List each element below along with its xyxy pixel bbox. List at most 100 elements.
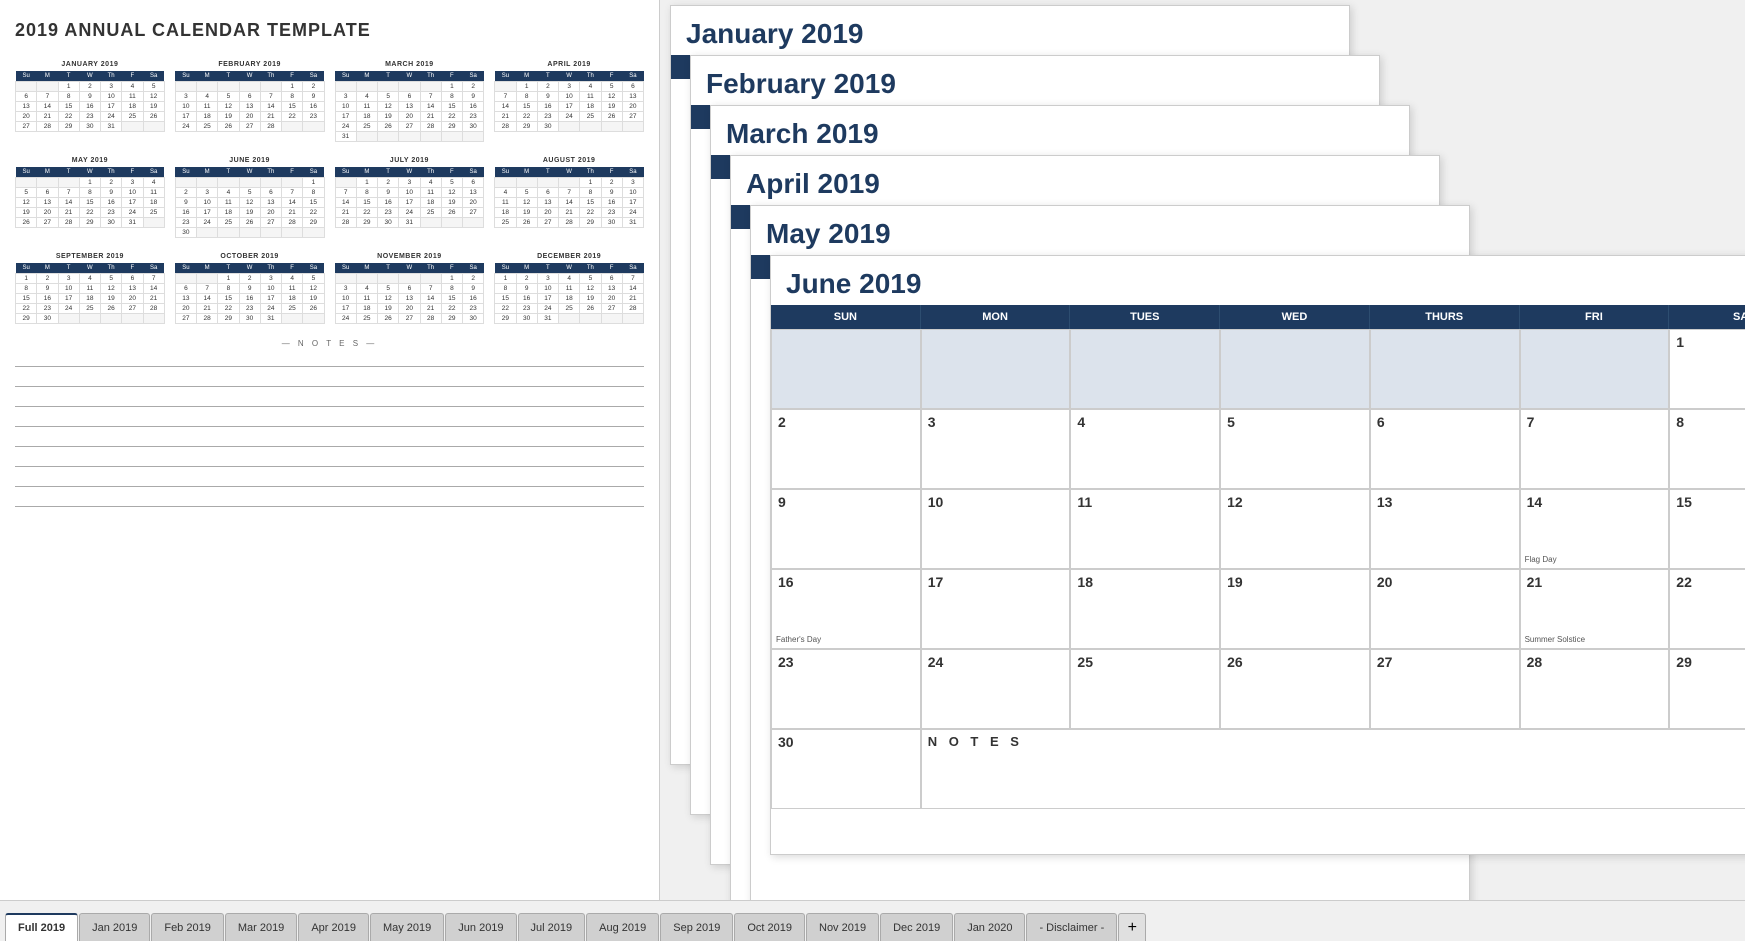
cal-day: 13 xyxy=(37,198,58,208)
cal-day: 19 xyxy=(378,304,399,314)
cal-day: 24 xyxy=(335,122,356,132)
cal-day: 1 xyxy=(79,178,100,188)
tab-jul-2019[interactable]: Jul 2019 xyxy=(518,913,586,941)
tab---disclaimer--[interactable]: - Disclaimer - xyxy=(1026,913,1117,941)
tab-nov-2019[interactable]: Nov 2019 xyxy=(806,913,879,941)
cal-day xyxy=(495,178,516,188)
mini-cal-3: APRIL 2019SuMTWThFSa12345678910111213141… xyxy=(494,61,644,142)
cal-day xyxy=(197,178,218,188)
cal-day xyxy=(175,178,196,188)
jun-body: 1 2 3 4 5 6 7 8 9 10 11 12 13 14Flag Day… xyxy=(771,329,1745,809)
mini-cal-0: JANUARY 2019SuMTWThFSa123456789101112131… xyxy=(15,61,165,142)
cal-day: 25 xyxy=(122,112,143,122)
cal-day: 6 xyxy=(399,284,420,294)
tab-oct-2019[interactable]: Oct 2019 xyxy=(734,913,805,941)
cal-day: 20 xyxy=(122,294,143,304)
cal-day xyxy=(58,314,79,324)
cal-day: 23 xyxy=(101,208,122,218)
cal-day: 14 xyxy=(260,102,281,112)
cal-day: 6 xyxy=(16,92,37,102)
cal-cell-29: 29 xyxy=(1669,649,1745,729)
tab-dec-2019[interactable]: Dec 2019 xyxy=(880,913,953,941)
cal-day: 21 xyxy=(37,112,58,122)
cal-day: 30 xyxy=(463,314,484,324)
cal-day: 7 xyxy=(559,188,580,198)
cal-day: 23 xyxy=(537,112,558,122)
add-tab-button[interactable]: + xyxy=(1118,913,1146,941)
cal-day: 3 xyxy=(399,178,420,188)
cal-day xyxy=(197,82,218,92)
tab-apr-2019[interactable]: Apr 2019 xyxy=(298,913,369,941)
cal-cell-10: 10 xyxy=(921,489,1071,569)
tab-feb-2019[interactable]: Feb 2019 xyxy=(151,913,223,941)
cal-day xyxy=(197,228,218,238)
cal-day: 24 xyxy=(399,208,420,218)
cal-day xyxy=(79,314,100,324)
cal-day: 6 xyxy=(463,178,484,188)
cal-day: 2 xyxy=(463,274,484,284)
cal-day xyxy=(282,314,303,324)
cal-day: 9 xyxy=(101,188,122,198)
cal-day: 19 xyxy=(16,208,37,218)
tab-aug-2019[interactable]: Aug 2019 xyxy=(586,913,659,941)
mini-cal-8: SEPTEMBER 2019SuMTWThFSa1234567891011121… xyxy=(15,253,165,324)
cal-day: 31 xyxy=(122,218,143,228)
notes-line-2 xyxy=(15,373,644,387)
cal-day: 13 xyxy=(463,188,484,198)
cal-day: 30 xyxy=(239,314,260,324)
cal-day xyxy=(197,274,218,284)
cal-day xyxy=(378,274,399,284)
cal-day: 29 xyxy=(79,218,100,228)
cal-day: 24 xyxy=(537,304,558,314)
cal-day: 2 xyxy=(101,178,122,188)
tab-jun-2019[interactable]: Jun 2019 xyxy=(445,913,516,941)
cal-day: 27 xyxy=(399,122,420,132)
cal-day: 19 xyxy=(239,208,260,218)
tab-sep-2019[interactable]: Sep 2019 xyxy=(660,913,733,941)
cal-day: 1 xyxy=(441,274,462,284)
cal-day: 15 xyxy=(79,198,100,208)
mini-cal-title-2: MARCH 2019 xyxy=(335,61,485,68)
mini-cal-title-7: AUGUST 2019 xyxy=(494,157,644,164)
cal-day: 14 xyxy=(143,284,164,294)
cal-day: 10 xyxy=(58,284,79,294)
cal-day: 29 xyxy=(441,122,462,132)
cal-day: 7 xyxy=(495,92,516,102)
cal-day xyxy=(175,274,196,284)
cal-day: 15 xyxy=(303,198,324,208)
cal-day: 30 xyxy=(79,122,100,132)
cal-day: 20 xyxy=(622,102,643,112)
tab-full-2019[interactable]: Full 2019 xyxy=(5,913,78,941)
mini-cal-title-8: SEPTEMBER 2019 xyxy=(15,253,165,260)
tab-mar-2019[interactable]: Mar 2019 xyxy=(225,913,297,941)
cal-day: 7 xyxy=(143,274,164,284)
cal-day xyxy=(463,218,484,228)
cal-day: 1 xyxy=(516,82,537,92)
cal-day: 29 xyxy=(580,218,601,228)
cal-day: 26 xyxy=(16,218,37,228)
tab-jan-2020[interactable]: Jan 2020 xyxy=(954,913,1025,941)
cal-day: 23 xyxy=(239,304,260,314)
cal-day: 14 xyxy=(420,102,441,112)
cal-day: 12 xyxy=(101,284,122,294)
cal-day: 16 xyxy=(303,102,324,112)
cal-day: 12 xyxy=(239,198,260,208)
tab-jan-2019[interactable]: Jan 2019 xyxy=(79,913,150,941)
cal-day: 19 xyxy=(601,102,622,112)
cal-day: 29 xyxy=(495,314,516,324)
cal-day: 14 xyxy=(622,284,643,294)
cal-day: 25 xyxy=(495,218,516,228)
cal-day: 4 xyxy=(197,92,218,102)
cal-day xyxy=(622,314,643,324)
cal-day: 26 xyxy=(441,208,462,218)
cal-day xyxy=(559,178,580,188)
tab-may-2019[interactable]: May 2019 xyxy=(370,913,444,941)
cal-day xyxy=(58,178,79,188)
cal-day: 1 xyxy=(303,178,324,188)
cal-day: 21 xyxy=(260,112,281,122)
cal-day: 8 xyxy=(58,92,79,102)
cal-day xyxy=(495,82,516,92)
cal-day: 15 xyxy=(356,198,377,208)
cal-day: 27 xyxy=(239,122,260,132)
cal-day: 9 xyxy=(303,92,324,102)
